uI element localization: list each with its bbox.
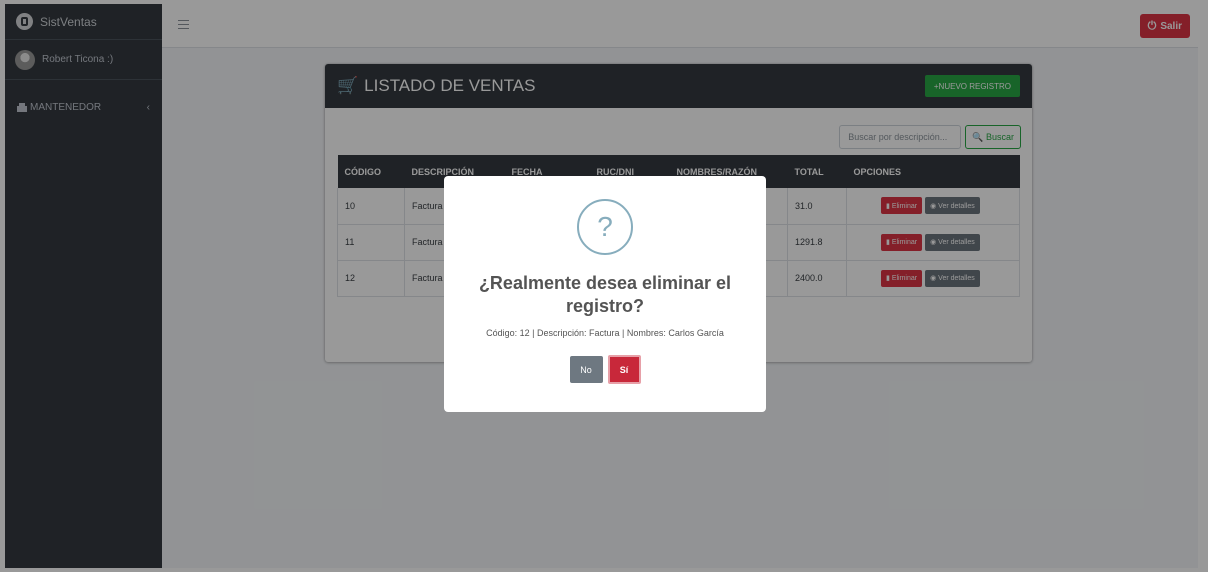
no-button[interactable]: No: [569, 356, 603, 383]
dialog-message: Código: 12 | Descripción: Factura | Nomb…: [486, 328, 724, 338]
question-icon: ?: [577, 199, 633, 255]
confirm-delete-dialog: ? ¿Realmente desea eliminar el registro?…: [444, 176, 766, 412]
yes-button[interactable]: Sí: [607, 355, 641, 384]
dialog-title: ¿Realmente desea eliminar el registro?: [478, 273, 732, 316]
dialog-actions: No Sí: [444, 355, 766, 384]
